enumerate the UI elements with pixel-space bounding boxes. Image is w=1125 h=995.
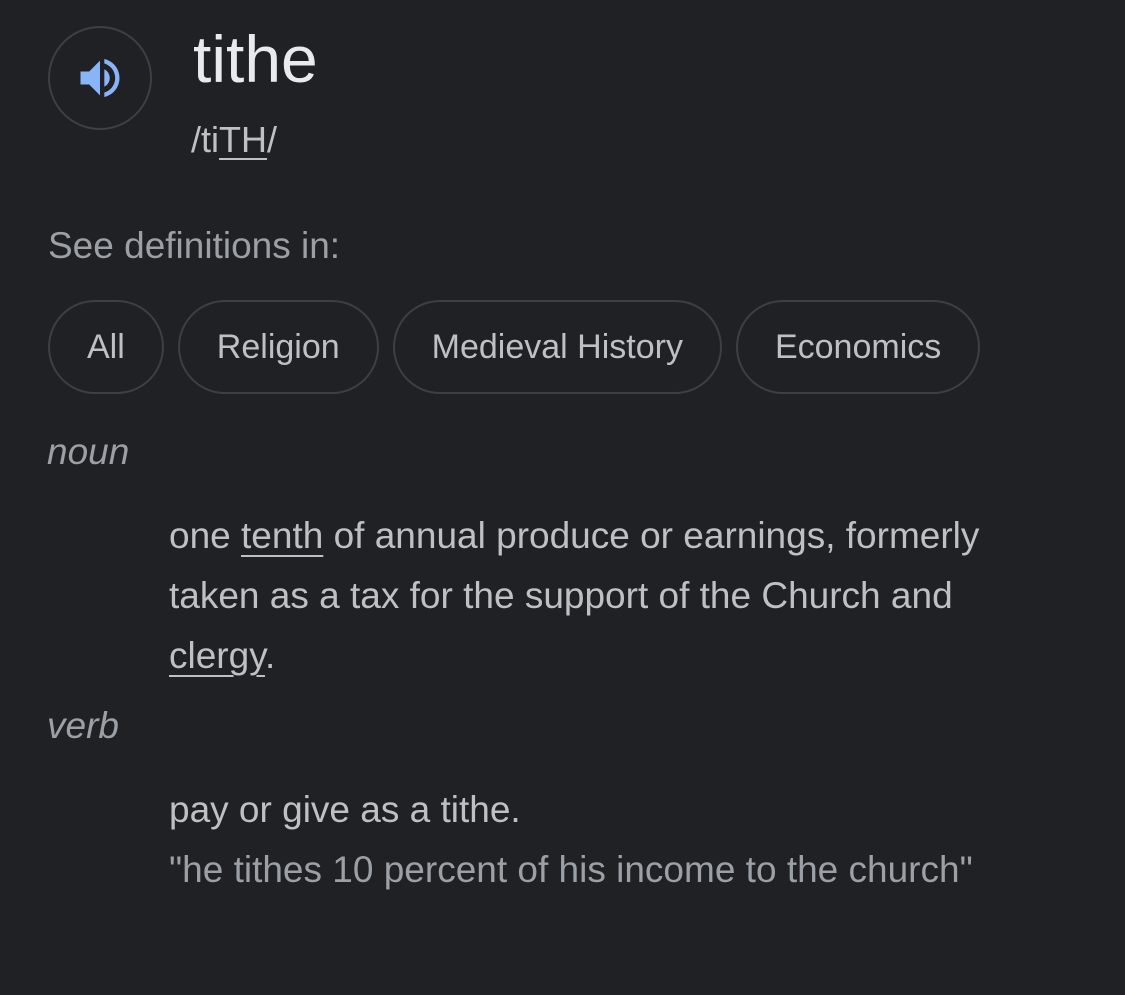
phonetic-prefix: /ti xyxy=(191,119,220,160)
part-of-speech-noun: noun xyxy=(47,431,130,472)
headword: tithe xyxy=(193,22,318,96)
chip-religion[interactable]: Religion xyxy=(177,300,379,394)
chip-all[interactable]: All xyxy=(48,300,164,394)
noun-def-text-1: one xyxy=(169,515,242,556)
chip-medieval-history[interactable]: Medieval History xyxy=(392,300,722,394)
verb-definition: pay or give as a tithe. xyxy=(169,789,521,830)
noun-def-text-3: . xyxy=(264,635,276,676)
link-clergy[interactable]: clergy xyxy=(169,635,265,676)
speaker-icon xyxy=(80,58,120,98)
noun-definition: one tenth of annual produce or earnings,… xyxy=(169,506,1069,686)
category-chips: All Religion Medieval History Economics xyxy=(48,300,981,394)
link-tenth[interactable]: tenth xyxy=(241,515,323,556)
phonetic-spelling: /tiTH/ xyxy=(191,118,277,162)
phonetic-suffix: / xyxy=(267,119,278,160)
pronounce-button[interactable] xyxy=(48,26,152,130)
chip-economics[interactable]: Economics xyxy=(735,300,981,394)
verb-example: "he tithes 10 percent of his income to t… xyxy=(169,849,973,890)
part-of-speech-verb: verb xyxy=(47,705,119,746)
phonetic-underlined: TH xyxy=(219,119,268,160)
see-definitions-label: See definitions in: xyxy=(48,225,341,266)
verb-definition-block: pay or give as a tithe. "he tithes 10 pe… xyxy=(169,780,1069,900)
